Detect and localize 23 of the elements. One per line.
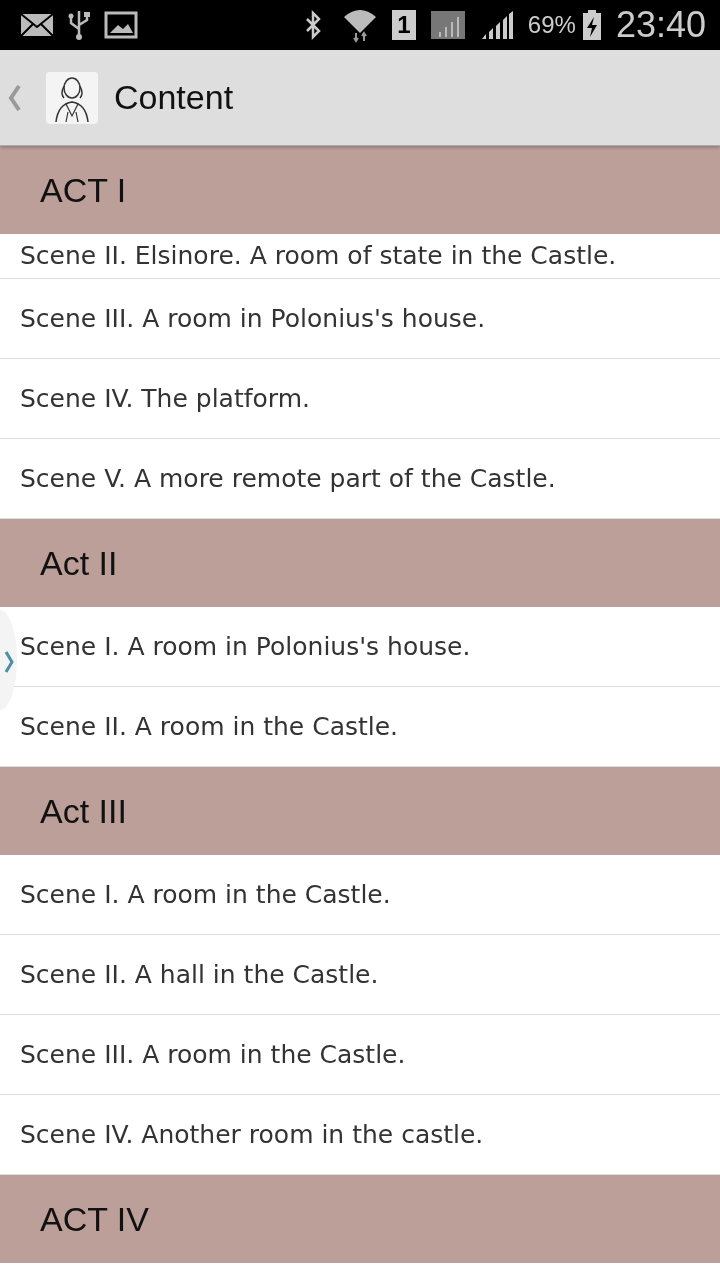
section-header: ACT I [0, 146, 720, 234]
usb-icon [68, 9, 90, 41]
sim-card-icon: 1 [391, 10, 416, 40]
section-header: Act III [0, 767, 720, 855]
app-icon[interactable] [46, 71, 98, 124]
battery-charging-icon [581, 9, 602, 41]
list-item[interactable]: Scene I. A room in the Castle. [0, 855, 720, 935]
list-item[interactable]: Scene III. A room in the Castle. [0, 1015, 720, 1095]
clock: 23:40 [615, 4, 706, 46]
picture-icon [104, 11, 138, 39]
section-header: Act II [0, 519, 720, 607]
screen-title: Content [114, 78, 234, 117]
section-header: ACT IV [0, 1175, 720, 1263]
back-icon[interactable] [8, 83, 22, 112]
battery-level: 69% [527, 11, 576, 39]
list-item[interactable]: Scene III. A room in Polonius's house. [0, 279, 720, 359]
signal-icon [429, 10, 466, 40]
list-item[interactable]: Scene IV. The platform. [0, 359, 720, 439]
list-item[interactable]: Scene II. Elsinore. A room of state in the Castle. [0, 234, 720, 279]
list-item[interactable]: Scene II. A hall in the Castle. [0, 935, 720, 1015]
mail-icon [20, 13, 54, 37]
side-drawer-menu[interactable] [0, 610, 17, 710]
signal-icon [479, 10, 514, 40]
